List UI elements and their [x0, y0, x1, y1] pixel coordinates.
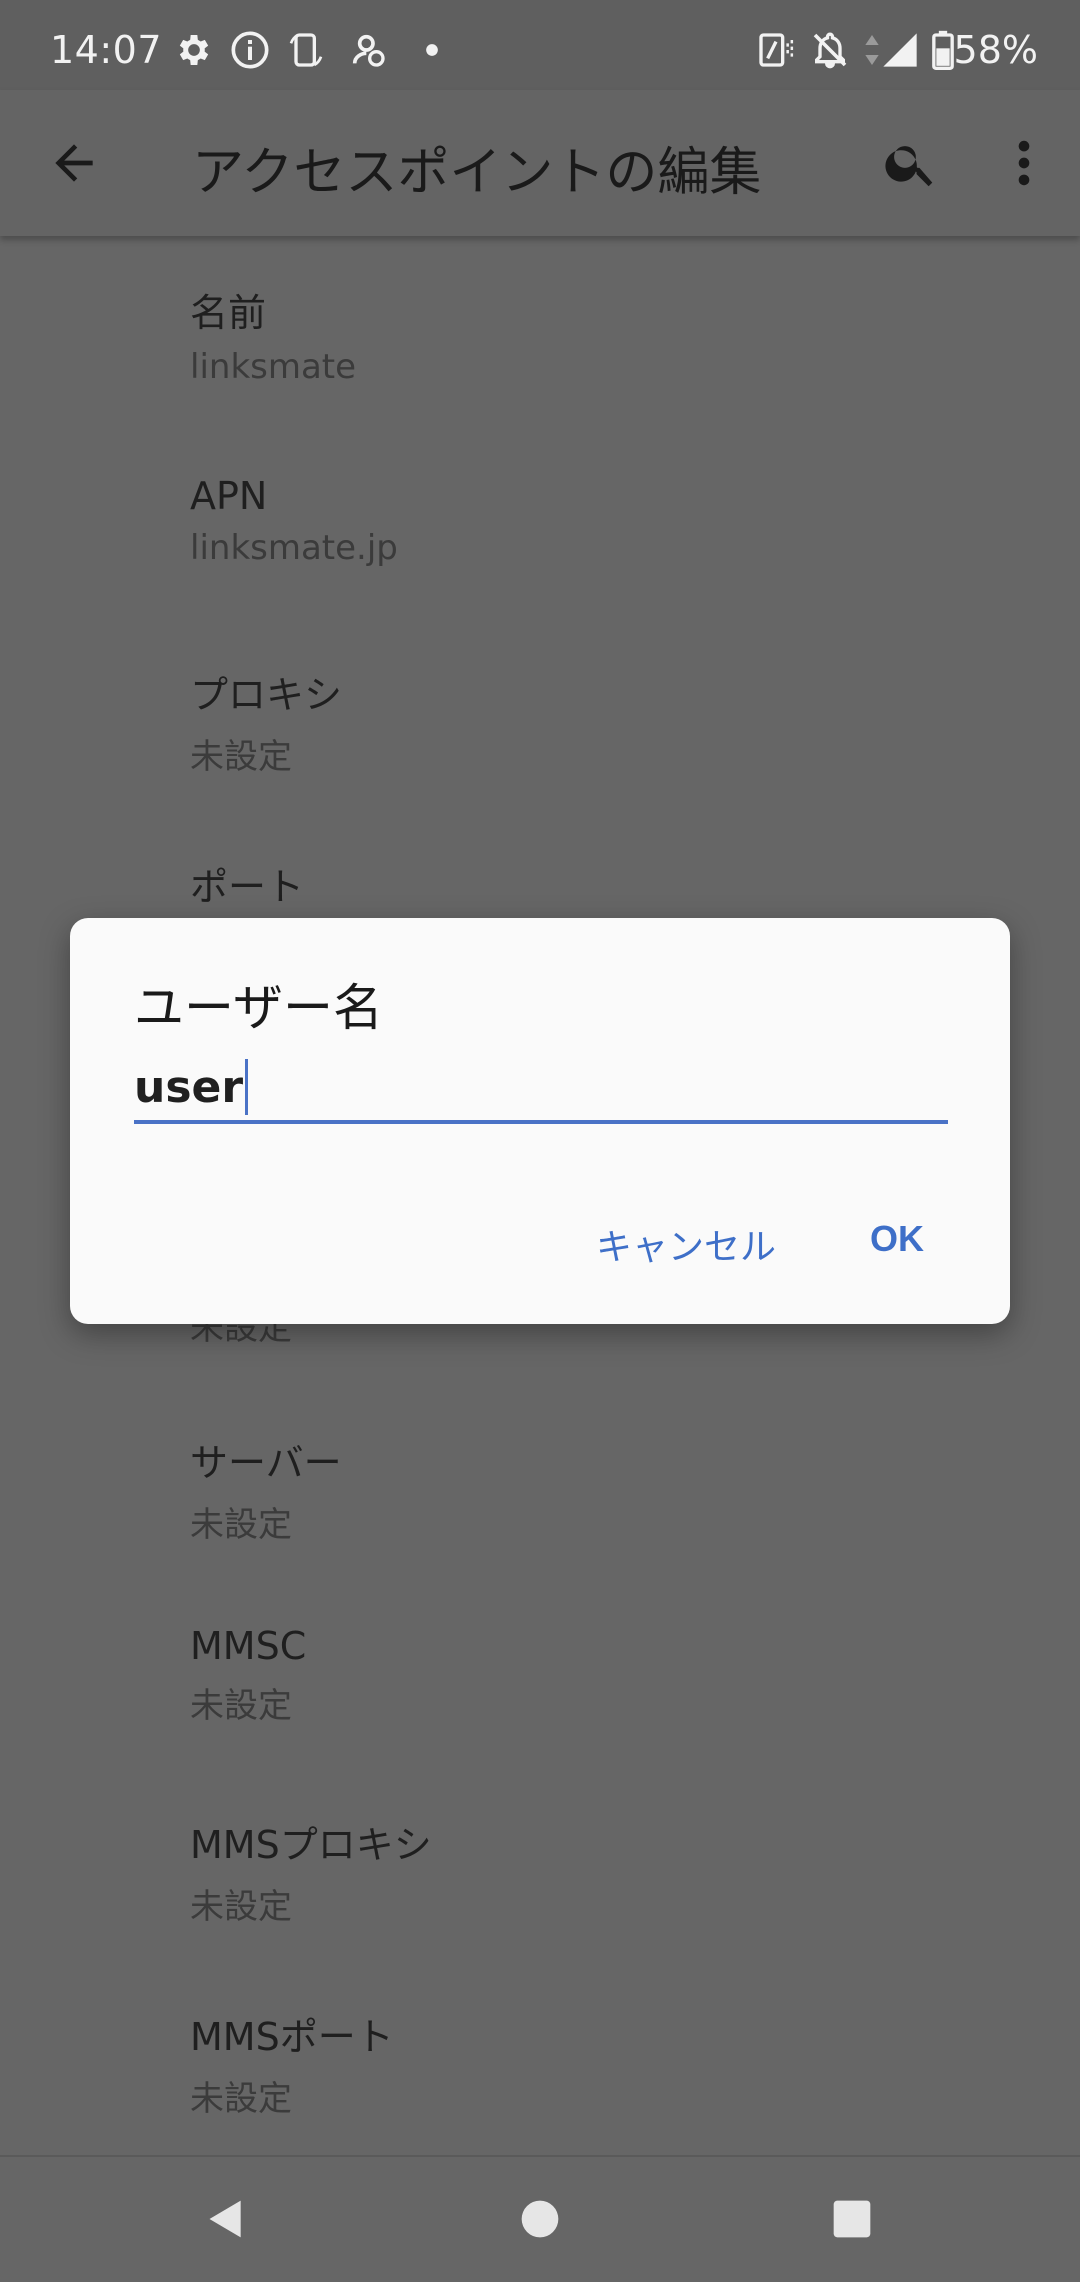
list-item-summary: 未設定 — [190, 1686, 292, 1726]
list-item-title: サーバー — [190, 1441, 342, 1485]
nav-home-icon[interactable] — [518, 2197, 562, 2241]
list-item-title: MMSプロキシ — [190, 1823, 432, 1867]
status-time: 14:07 — [50, 28, 163, 72]
text-cursor — [245, 1059, 249, 1115]
username-dialog: ユーザー名 user キャンセル OK — [70, 918, 1010, 1324]
list-item-port[interactable]: ポート — [190, 856, 304, 911]
nav-recents-icon[interactable] — [830, 2197, 874, 2241]
battery-percentage: 58% — [953, 28, 1038, 72]
app-bar: アクセスポイントの編集 — [0, 90, 1080, 236]
list-item-summary: 未設定 — [190, 2079, 292, 2119]
account-sync-icon — [352, 34, 385, 67]
notifications-off-icon — [813, 32, 847, 69]
nfc-icon — [759, 33, 794, 67]
list-item-apn[interactable]: APN linksmate.jp — [190, 474, 398, 568]
signal-icon — [883, 33, 917, 67]
list-item-title: 名前 — [190, 291, 267, 335]
arrow-back-icon[interactable] — [46, 135, 102, 191]
username-input-value: user — [134, 1061, 244, 1113]
list-item-proxy[interactable]: プロキシ 未設定 — [190, 664, 342, 778]
dialog-title: ユーザー名 — [134, 979, 383, 1037]
cancel-button[interactable]: キャンセル — [596, 1218, 776, 1270]
search-icon[interactable] — [882, 134, 940, 192]
page-title: アクセスポイントの編集 — [192, 143, 762, 203]
more-vert-icon[interactable] — [1004, 134, 1044, 192]
list-item-summary: linksmate.jp — [190, 528, 398, 568]
list-item-mms-proxy[interactable]: MMSプロキシ 未設定 — [190, 1814, 432, 1928]
list-item-title: APN — [190, 474, 268, 518]
list-item-server[interactable]: サーバー 未設定 — [190, 1432, 342, 1546]
list-item-mms-port[interactable]: MMSポート 未設定 — [190, 2006, 394, 2120]
list-item-title: ポート — [190, 865, 305, 909]
list-item-title: MMSC — [190, 1624, 307, 1668]
data-arrows-icon — [865, 35, 879, 65]
navigation-bar — [0, 2155, 1080, 2282]
gear-icon — [179, 35, 209, 65]
username-input[interactable]: user — [134, 1054, 948, 1124]
info-icon — [231, 31, 269, 69]
list-item-summary: 未設定 — [190, 1887, 292, 1927]
list-item-summary: linksmate — [190, 347, 357, 387]
list-item-summary: 未設定 — [190, 737, 292, 777]
list-item-name[interactable]: 名前 linksmate — [190, 282, 356, 387]
screen-rotate-icon — [289, 33, 323, 67]
list-item-title: MMSポート — [190, 2015, 394, 2059]
dot-icon — [426, 44, 438, 56]
list-item-title: プロキシ — [190, 673, 343, 717]
list-item-mmsc[interactable]: MMSC 未設定 — [190, 1624, 306, 1727]
ok-button[interactable]: OK — [870, 1218, 924, 1260]
status-bar: 14:07 58% — [0, 0, 1080, 90]
nav-back-icon[interactable] — [204, 2197, 248, 2241]
list-item-summary: 未設定 — [190, 1505, 292, 1545]
